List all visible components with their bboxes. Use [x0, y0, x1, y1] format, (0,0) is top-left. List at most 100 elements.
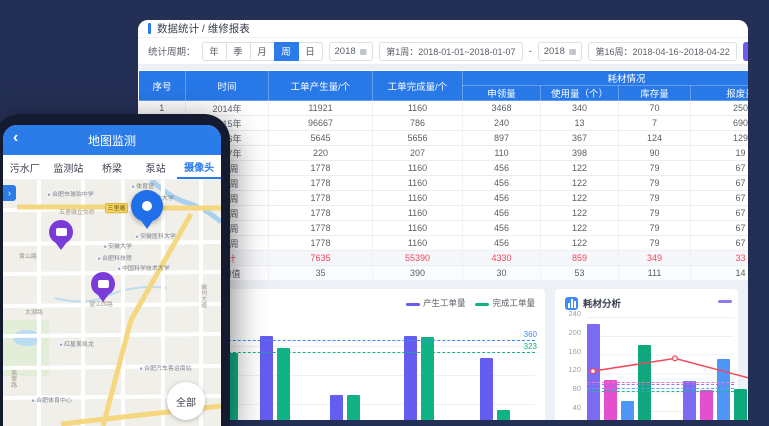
- map-label: 徽州大道: [199, 284, 208, 308]
- table-cell: 1160: [373, 161, 463, 176]
- phone-header: ‹ 地图监测: [3, 125, 221, 155]
- calendar-icon: ▦: [360, 47, 368, 56]
- table-row: 22015年96667786240137690: [139, 116, 749, 131]
- bar-产生工单量: [260, 336, 273, 421]
- table-cell: 1160: [373, 221, 463, 236]
- table-cell: 3468: [463, 101, 541, 116]
- map-label: 中国科学技术大学: [117, 264, 170, 273]
- period-option-3[interactable]: 周: [274, 42, 299, 61]
- poi-marker-icon: [31, 398, 35, 402]
- consumables-chart-legend: [718, 300, 736, 308]
- threshold-label: 323: [524, 342, 537, 351]
- period-option-1[interactable]: 季: [226, 42, 251, 61]
- table-cell: 340: [541, 101, 619, 116]
- table-cell: 220: [269, 146, 373, 161]
- back-icon[interactable]: ‹: [13, 129, 18, 147]
- table-cell: 14: [691, 266, 749, 281]
- location-pin-icon[interactable]: [131, 190, 163, 232]
- table-cell: 79: [619, 161, 691, 176]
- table-cell: 5645: [269, 131, 373, 146]
- breadcrumb-bar: 数据统计 / 维修报表: [138, 20, 748, 38]
- week-from-input[interactable]: 第1周：2018-01-01~2018-01-07: [379, 42, 522, 61]
- phone-tab-2[interactable]: 桥梁: [90, 155, 134, 179]
- table-cell: 456: [463, 161, 541, 176]
- phone-tab-1[interactable]: 监测站: [47, 155, 91, 179]
- poi-marker-icon: [47, 192, 51, 196]
- table-cell: 7: [619, 116, 691, 131]
- filter-bar: 统计周期： 年季月周日 2018 ▦ 第1周：2018-01-01~2018-0…: [138, 38, 748, 64]
- table-cell: 35: [269, 266, 373, 281]
- map-view[interactable]: 合肥市琥珀中学体育馆安徽农业大学五里墩立交桥三里庵安徽医科大学安徽大学合肥科技馆…: [3, 180, 221, 426]
- expand-panel-button[interactable]: ›: [3, 185, 16, 201]
- y-tick-label: 240: [568, 309, 581, 318]
- table-cell: 1160: [373, 236, 463, 251]
- poi-marker-icon: [117, 266, 121, 270]
- period-segmented-control: 年季月周日: [202, 42, 323, 61]
- legend-item: 产生工单量: [406, 297, 466, 309]
- poi-marker-icon: [59, 342, 63, 346]
- group-header: 耗材情况: [463, 71, 749, 86]
- phone-mockup: ‹ 地图监测 污水厂监测站桥梁泵站摄像头: [0, 114, 230, 426]
- camera-pin[interactable]: [49, 220, 73, 250]
- table-cell: 456: [463, 206, 541, 221]
- consumables-chart-title: 耗材分析: [583, 296, 621, 310]
- map-label: 红星美凯龙: [59, 340, 94, 349]
- col-header: 工单完成量/个: [373, 71, 463, 101]
- year-to-select[interactable]: 2018 ▦: [538, 42, 583, 61]
- week-from-value: 第1周：2018-01-01~2018-01-07: [386, 45, 515, 58]
- calendar-icon: ▦: [569, 47, 577, 56]
- period-option-0[interactable]: 年: [202, 42, 227, 61]
- phone-tab-0[interactable]: 污水厂: [3, 155, 47, 179]
- y-tick-label: 40: [573, 403, 581, 412]
- phone-tab-4[interactable]: 摄像头: [177, 155, 221, 179]
- table-cell: 456: [463, 236, 541, 251]
- table-cell: 19: [691, 146, 749, 161]
- phone-tab-3[interactable]: 泵站: [134, 155, 178, 179]
- table-cell: 122: [541, 236, 619, 251]
- breadcrumb: 数据统计 / 维修报表: [157, 21, 250, 36]
- bar-完成工单量: [421, 337, 434, 421]
- table-cell: 67: [691, 176, 749, 191]
- table-cell: 1160: [373, 191, 463, 206]
- y-tick-label: 160: [568, 347, 581, 356]
- table-cell: 122: [541, 161, 619, 176]
- table-cell: 690: [691, 116, 749, 131]
- trend-line: [587, 317, 748, 420]
- map-label: 合肥科技馆: [97, 254, 132, 263]
- table-cell: 30: [463, 266, 541, 281]
- poi-marker-icon: [135, 234, 139, 238]
- table-cell: 79: [619, 221, 691, 236]
- bar-产生工单量: [330, 395, 343, 420]
- table-cell: 4330: [463, 251, 541, 266]
- breadcrumb-accent: [148, 23, 151, 34]
- phone-screen: ‹ 地图监测 污水厂监测站桥梁泵站摄像头: [3, 125, 221, 426]
- y-tick-label: 80: [573, 384, 581, 393]
- table-cell: 55390: [373, 251, 463, 266]
- table-cell: 456: [463, 191, 541, 206]
- query-button[interactable]: 查询: [743, 42, 748, 61]
- table-cell: 1160: [373, 101, 463, 116]
- phone-title: 地图监测: [88, 132, 136, 149]
- camera-pin[interactable]: [91, 272, 115, 302]
- table-cell: 96667: [269, 116, 373, 131]
- table-cell: 79: [619, 191, 691, 206]
- table-cell: 1778: [269, 221, 373, 236]
- filter-label: 统计周期：: [148, 44, 196, 58]
- period-option-4[interactable]: 日: [298, 42, 323, 61]
- sub-col-header: 使用量（个）: [541, 86, 619, 101]
- bar-完成工单量: [277, 348, 290, 420]
- table-cell: 1778: [269, 176, 373, 191]
- week-to-input[interactable]: 第16周：2018-04-16~2018-04-22: [588, 42, 736, 61]
- table-cell: 90: [619, 146, 691, 161]
- year-from-select[interactable]: 2018 ▦: [329, 42, 374, 61]
- table-cell: 456: [463, 221, 541, 236]
- map-label: 黄山路: [19, 252, 37, 261]
- all-filter-button[interactable]: 全部: [167, 382, 205, 420]
- col-header: 序号: [139, 71, 186, 101]
- year-from-value: 2018: [335, 46, 356, 57]
- map-label: 太湖路: [25, 308, 43, 317]
- period-option-2[interactable]: 月: [250, 42, 275, 61]
- map-label: 翡翠路: [9, 370, 18, 388]
- table-cell: 70: [619, 101, 691, 116]
- table-cell: 11921: [269, 101, 373, 116]
